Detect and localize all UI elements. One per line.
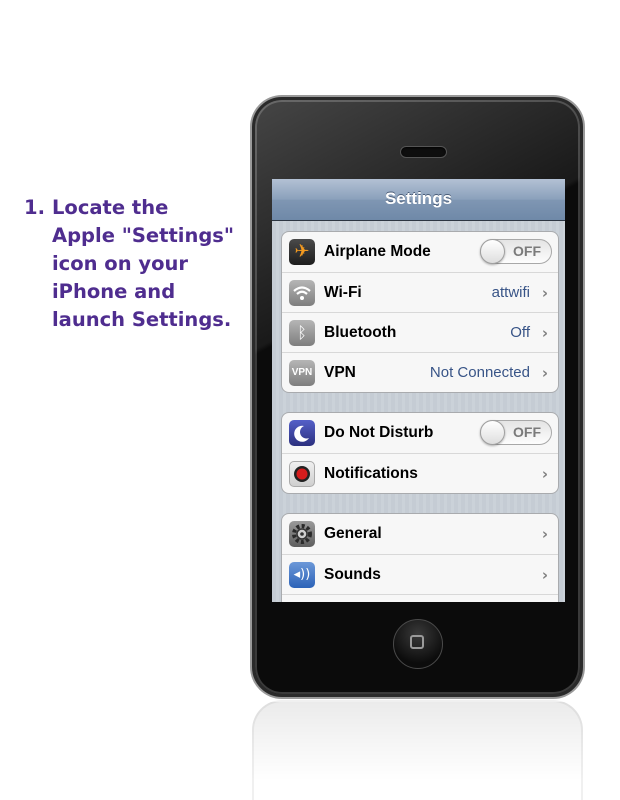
instruction-text: 1. Locate the Apple "Settings" icon on yo…: [24, 194, 254, 334]
chevron-right-icon: ›: [541, 284, 548, 302]
bluetooth-icon: ᛒ: [289, 320, 315, 346]
airplane-mode-toggle[interactable]: OFF: [480, 239, 552, 264]
gear-icon: [289, 521, 315, 547]
toggle-state: OFF: [513, 243, 541, 259]
settings-group-notifications: Do Not Disturb OFF Notifications ›: [281, 412, 559, 494]
moon-icon: [289, 420, 315, 446]
step-number: 1.: [24, 196, 45, 219]
airplane-icon: ✈: [289, 239, 315, 265]
earpiece-speaker: [400, 146, 447, 158]
settings-row-do-not-disturb[interactable]: Do Not Disturb OFF: [282, 413, 558, 453]
settings-row-general[interactable]: General ›: [282, 514, 558, 554]
instruction-line: iPhone and: [52, 280, 176, 303]
row-value: Off: [510, 324, 530, 341]
chevron-right-icon: ›: [541, 566, 548, 584]
iphone-device: Settings ✈ Airplane Mode OFF Wi-Fi attwi…: [252, 97, 583, 697]
do-not-disturb-toggle[interactable]: OFF: [480, 420, 552, 445]
row-value: attwifi: [491, 284, 530, 301]
row-label: Do Not Disturb: [324, 424, 434, 441]
phone-screen: Settings ✈ Airplane Mode OFF Wi-Fi attwi…: [272, 179, 565, 602]
settings-group-connectivity: ✈ Airplane Mode OFF Wi-Fi attwifi › ᛒ Bl…: [281, 231, 559, 393]
chevron-right-icon: ›: [541, 465, 548, 483]
settings-row-vpn[interactable]: VPN VPN Not Connected ›: [282, 352, 558, 392]
chevron-right-icon: ›: [541, 525, 548, 543]
settings-row-sounds[interactable]: ◂)) Sounds ›: [282, 554, 558, 594]
notifications-icon: [289, 461, 315, 487]
row-label: Airplane Mode: [324, 243, 431, 260]
chevron-right-icon: ›: [541, 364, 548, 382]
settings-row-bluetooth[interactable]: ᛒ Bluetooth Off ›: [282, 312, 558, 352]
speaker-icon: ◂)): [289, 562, 315, 588]
chevron-right-icon: ›: [541, 324, 548, 342]
instruction-line: launch Settings.: [52, 308, 232, 331]
row-label: Sounds: [324, 566, 381, 583]
instruction-line: Locate the: [52, 196, 169, 219]
home-square-icon: [410, 635, 424, 649]
navigation-bar: Settings: [272, 179, 565, 221]
vpn-icon: VPN: [289, 360, 315, 386]
row-value: Not Connected: [429, 364, 530, 381]
wifi-icon: [289, 280, 315, 306]
nav-title: Settings: [384, 189, 453, 208]
instruction-line: icon on your: [52, 252, 188, 275]
row-label: Wi-Fi: [324, 284, 362, 301]
row-label: Bluetooth: [324, 324, 397, 341]
row-label: General: [324, 525, 382, 542]
toggle-knob: [480, 420, 505, 445]
settings-group-general: General › ◂)) Sounds ›: [281, 513, 559, 602]
settings-row-notifications[interactable]: Notifications ›: [282, 453, 558, 493]
settings-row-partial: [282, 594, 558, 602]
row-label: Notifications: [324, 465, 418, 482]
home-button[interactable]: [393, 619, 443, 669]
settings-row-airplane-mode[interactable]: ✈ Airplane Mode OFF: [282, 232, 558, 272]
toggle-knob: [480, 239, 505, 264]
row-label: VPN: [324, 364, 356, 381]
settings-row-wifi[interactable]: Wi-Fi attwifi ›: [282, 272, 558, 312]
phone-reflection: [252, 700, 583, 800]
toggle-state: OFF: [513, 424, 541, 440]
instruction-line: Apple "Settings": [52, 224, 235, 247]
